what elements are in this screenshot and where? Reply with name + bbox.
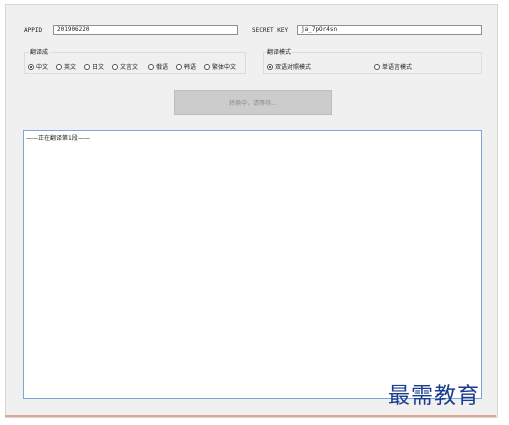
- radio-indicator: [267, 63, 273, 70]
- radio-korean[interactable]: 韩语: [176, 62, 196, 71]
- radio-indicator: [374, 63, 380, 70]
- radio-russian[interactable]: 俄语: [148, 62, 168, 71]
- radio-traditional-chinese[interactable]: 繁体中文: [204, 62, 236, 71]
- convert-button[interactable]: 转换中，请等待...: [174, 90, 332, 115]
- radio-chinese[interactable]: 中文: [28, 62, 48, 71]
- radio-english[interactable]: 英文: [56, 62, 76, 71]
- radio-monolingual-mode[interactable]: 单语言模式: [374, 62, 412, 71]
- radio-indicator: [204, 63, 210, 70]
- window-bottom-edge: [5, 415, 496, 417]
- radio-classical-chinese[interactable]: 文言文: [112, 62, 138, 71]
- appid-label: APPID: [24, 27, 43, 34]
- appid-input[interactable]: 201906220: [53, 25, 238, 35]
- output-textarea[interactable]: ——正在翻译第1段——: [23, 130, 482, 399]
- translation-status-text: ——正在翻译第1段——: [26, 135, 90, 142]
- radio-japanese[interactable]: 日文: [84, 62, 104, 71]
- secret-key-label: SECRET KEY: [252, 27, 289, 34]
- radio-indicator: [84, 63, 90, 70]
- watermark-logo: 最需教育: [388, 384, 481, 409]
- radio-indicator: [148, 63, 154, 70]
- radio-bilingual-mode[interactable]: 双语对照模式: [267, 62, 311, 71]
- translation-mode-title: 翻译模式: [266, 47, 293, 56]
- secret-key-input[interactable]: ja_7pOr4sn: [297, 25, 482, 35]
- radio-indicator: [28, 63, 34, 70]
- radio-indicator: [56, 63, 62, 70]
- radio-indicator: [176, 63, 182, 70]
- radio-indicator: [112, 63, 118, 70]
- target-language-title: 翻译成: [29, 47, 50, 56]
